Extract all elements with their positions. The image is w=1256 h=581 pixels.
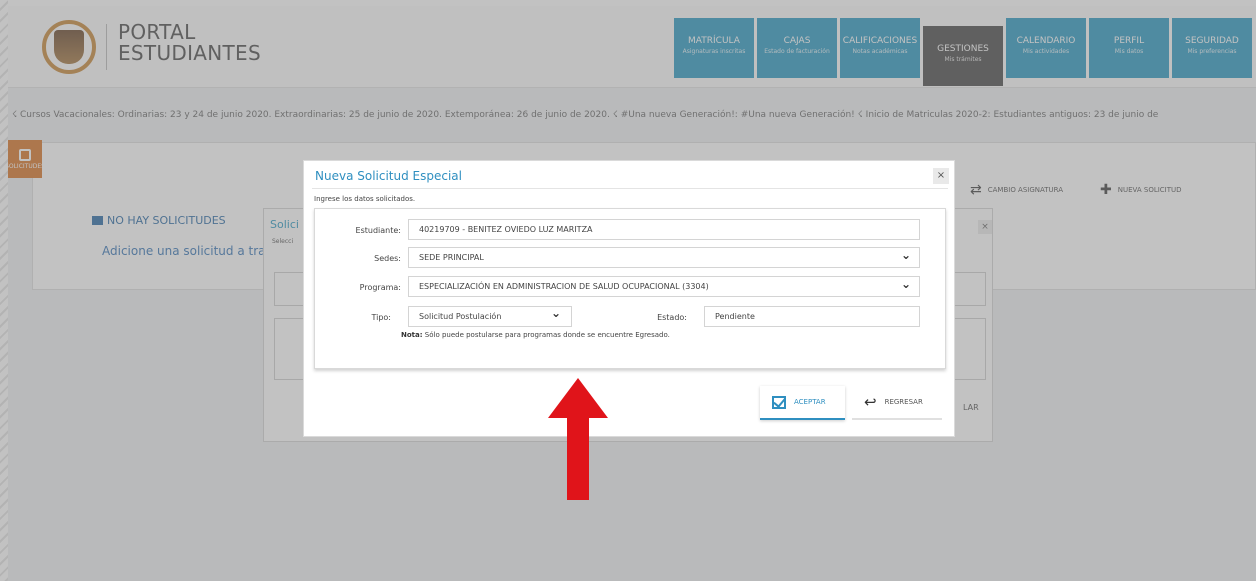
check-icon [772,395,786,409]
student-label: Estudiante: [355,226,401,235]
accept-button[interactable]: ACEPTAR [760,386,845,420]
type-select[interactable]: Solicitud Postulación [408,306,572,327]
program-select[interactable]: ESPECIALIZACIÓN EN ADMINISTRACION DE SAL… [408,276,920,297]
modal-divider [312,188,948,189]
reply-arrow-icon: ↩ [864,393,877,411]
chevron-down-icon[interactable]: ⌄ [901,248,911,262]
red-arrow-annotation [548,378,608,500]
chevron-down-icon[interactable]: ⌄ [901,277,911,291]
type-label: Tipo: [371,313,391,322]
modal-title: Nueva Solicitud Especial [315,169,462,183]
status-field[interactable]: Pendiente [704,306,920,327]
modal-subtitle: Ingrese los datos solicitados. [314,195,416,203]
close-icon[interactable]: × [933,168,949,184]
program-label: Programa: [359,283,401,292]
request-form: Estudiante: 40219709 - BENITEZ OVIEDO LU… [314,208,946,369]
campus-select[interactable]: SEDE PRINCIPAL [408,247,920,268]
campus-label: Sedes: [374,254,401,263]
eligibility-note: Nota: Sólo puede postularse para program… [401,331,670,339]
chevron-down-icon[interactable]: ⌄ [551,306,561,320]
new-special-request-modal: Nueva Solicitud Especial × Ingrese los d… [303,160,955,437]
note-label: Nota: [401,331,423,339]
accept-label: ACEPTAR [794,398,826,406]
back-button[interactable]: ↩ REGRESAR [852,386,942,420]
back-label: REGRESAR [884,398,923,406]
note-text: Sólo puede postularse para programas don… [422,331,670,339]
student-field[interactable]: 40219709 - BENITEZ OVIEDO LUZ MARITZA [408,219,920,240]
status-label: Estado: [657,313,687,322]
